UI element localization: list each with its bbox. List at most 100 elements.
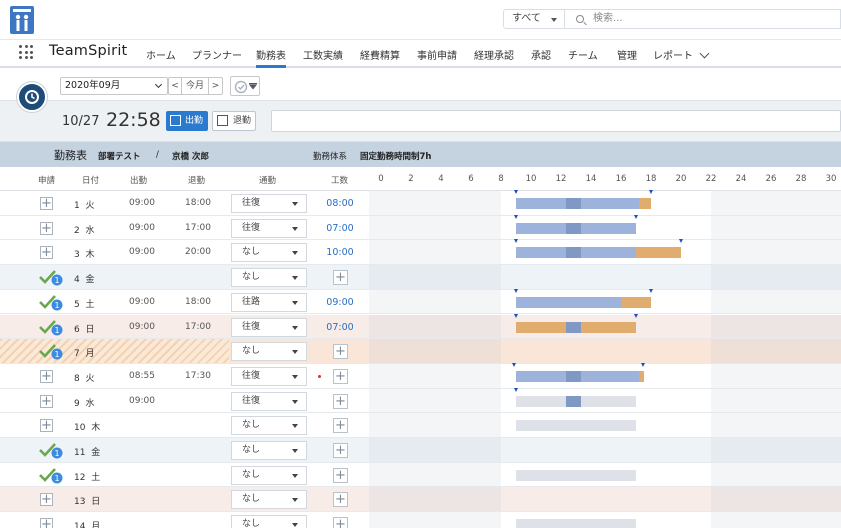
work-hours-link[interactable]: 10:00 [314,247,366,258]
commute-select[interactable]: なし [231,490,307,510]
add-work-hours-button[interactable]: + [333,393,348,409]
nav-tab-2[interactable]: 勤務表 [256,47,286,68]
off-hours-band [711,191,841,215]
commute-select[interactable]: なし [231,342,307,362]
nav-tab-8[interactable]: チーム [568,47,598,62]
commute-select[interactable]: なし [231,243,307,263]
timeline-cell[interactable] [369,387,841,413]
clock-out-cell[interactable]: 17:00 [185,322,211,332]
work-hours-link[interactable]: 07:00 [314,223,366,234]
apply-button[interactable]: + [40,419,53,433]
commute-select[interactable]: なし [231,465,307,485]
month-select[interactable]: 2020年09月 [60,77,168,95]
clock-out-cell[interactable]: 17:00 [185,223,211,233]
add-work-hours-button[interactable]: + [333,517,348,528]
add-work-hours-button[interactable]: + [333,368,348,384]
clock-in-cell[interactable]: 09:00 [129,247,155,257]
approved-check-icon[interactable]: 1 [38,318,64,336]
clock-in-cell[interactable]: 09:00 [129,198,155,208]
commute-select[interactable]: 往復 [231,218,307,238]
approved-check-icon[interactable]: 1 [38,342,64,360]
timeline-cell[interactable] [369,438,841,462]
timeline-cell[interactable] [369,362,841,388]
timeline-cell[interactable] [369,339,841,363]
apply-button[interactable]: + [40,221,53,235]
apply-button[interactable]: + [40,493,53,507]
clock-out-cell[interactable]: 20:00 [185,247,211,257]
global-search-input[interactable]: 検索... [565,9,841,29]
timeline-cell[interactable] [369,413,841,437]
timeline-cell[interactable] [369,190,841,215]
punch-note-input[interactable] [271,110,841,132]
work-hours-link[interactable]: 07:00 [314,322,366,333]
commute-select[interactable]: なし [231,416,307,436]
timeline-cell[interactable] [369,214,841,240]
approved-check-icon[interactable]: 1 [38,441,64,459]
search-scope-select[interactable]: すべて [503,9,565,29]
clock-in-cell[interactable]: 09:00 [129,297,155,307]
nav-tab-1[interactable]: プランナー [192,47,242,62]
timeline-cell[interactable] [369,487,841,512]
nav-tab-7[interactable]: 承認 [531,47,551,62]
view-options-button[interactable] [230,76,260,96]
chevron-down-icon[interactable] [699,48,710,59]
nav-tab-4[interactable]: 経費精算 [360,47,400,62]
next-month-button[interactable]: > [209,77,223,95]
work-hours-link[interactable]: 08:00 [314,198,366,209]
nav-tab-3[interactable]: 工数実績 [303,47,343,62]
commute-select[interactable]: なし [231,515,307,528]
app-launcher-icon[interactable] [19,45,33,59]
clock-out-button[interactable]: 退勤 [212,111,256,131]
apply-button[interactable]: + [40,369,53,383]
clock-in-cell[interactable]: 09:00 [129,396,155,406]
clock-out-cell[interactable]: 18:00 [185,297,211,307]
table-row: +13 日 なし + [0,487,841,513]
col-clock-out: 退勤 [188,176,206,186]
timeline-cell[interactable] [369,462,841,487]
commute-select[interactable]: 往路 [231,292,307,312]
prev-month-button[interactable]: < [168,77,182,95]
timeline-cell[interactable] [369,265,841,289]
approved-check-icon[interactable]: 1 [38,293,64,311]
add-work-hours-button[interactable]: + [333,270,348,286]
time-bar-ot [639,370,644,382]
add-work-hours-button[interactable]: + [333,344,348,360]
timeline-cell[interactable] [369,512,841,528]
timeline-cell[interactable] [369,313,841,339]
approved-check-icon[interactable]: 1 [38,466,64,484]
nav-tab-10[interactable]: レポート [653,47,693,62]
nav-tab-9[interactable]: 管理 [617,47,637,62]
commute-select[interactable]: 往復 [231,317,307,337]
commute-select[interactable]: 往復 [231,194,307,213]
clock-out-cell[interactable]: 18:00 [185,198,211,208]
clock-in-cell[interactable]: 09:00 [129,223,155,233]
add-work-hours-button[interactable]: + [333,443,348,458]
clock-in-button[interactable]: 出勤 [166,111,208,131]
add-work-hours-button[interactable]: + [333,418,348,434]
clock-in-cell[interactable]: 08:55 [129,371,155,381]
tick-label: 2 [408,174,414,184]
time-bar-empty [516,395,566,407]
commute-select[interactable]: なし [231,441,307,460]
commute-select[interactable]: 往復 [231,391,307,411]
add-work-hours-button[interactable]: + [333,467,348,483]
nav-tab-0[interactable]: ホーム [146,47,176,62]
nav-tab-5[interactable]: 事前申請 [417,47,457,62]
punch-marker [678,239,683,244]
timeline-cell[interactable] [369,288,841,314]
current-month-button[interactable]: 今月 [182,77,209,95]
add-work-hours-button[interactable]: + [333,492,348,508]
nav-tab-6[interactable]: 経理承認 [474,47,514,62]
apply-button[interactable]: + [40,197,53,210]
timeline-cell[interactable] [369,239,841,265]
work-hours-link[interactable]: 09:00 [314,297,366,308]
commute-select[interactable]: 往復 [231,366,307,386]
clock-in-cell[interactable]: 09:00 [129,322,155,332]
apply-button[interactable]: + [40,518,53,528]
apply-button[interactable]: + [40,394,53,408]
commute-value: なし [242,469,261,480]
commute-select[interactable]: なし [231,268,307,288]
approved-check-icon[interactable]: 1 [38,268,64,286]
clock-out-cell[interactable]: 17:30 [185,371,211,381]
apply-button[interactable]: + [40,246,53,260]
